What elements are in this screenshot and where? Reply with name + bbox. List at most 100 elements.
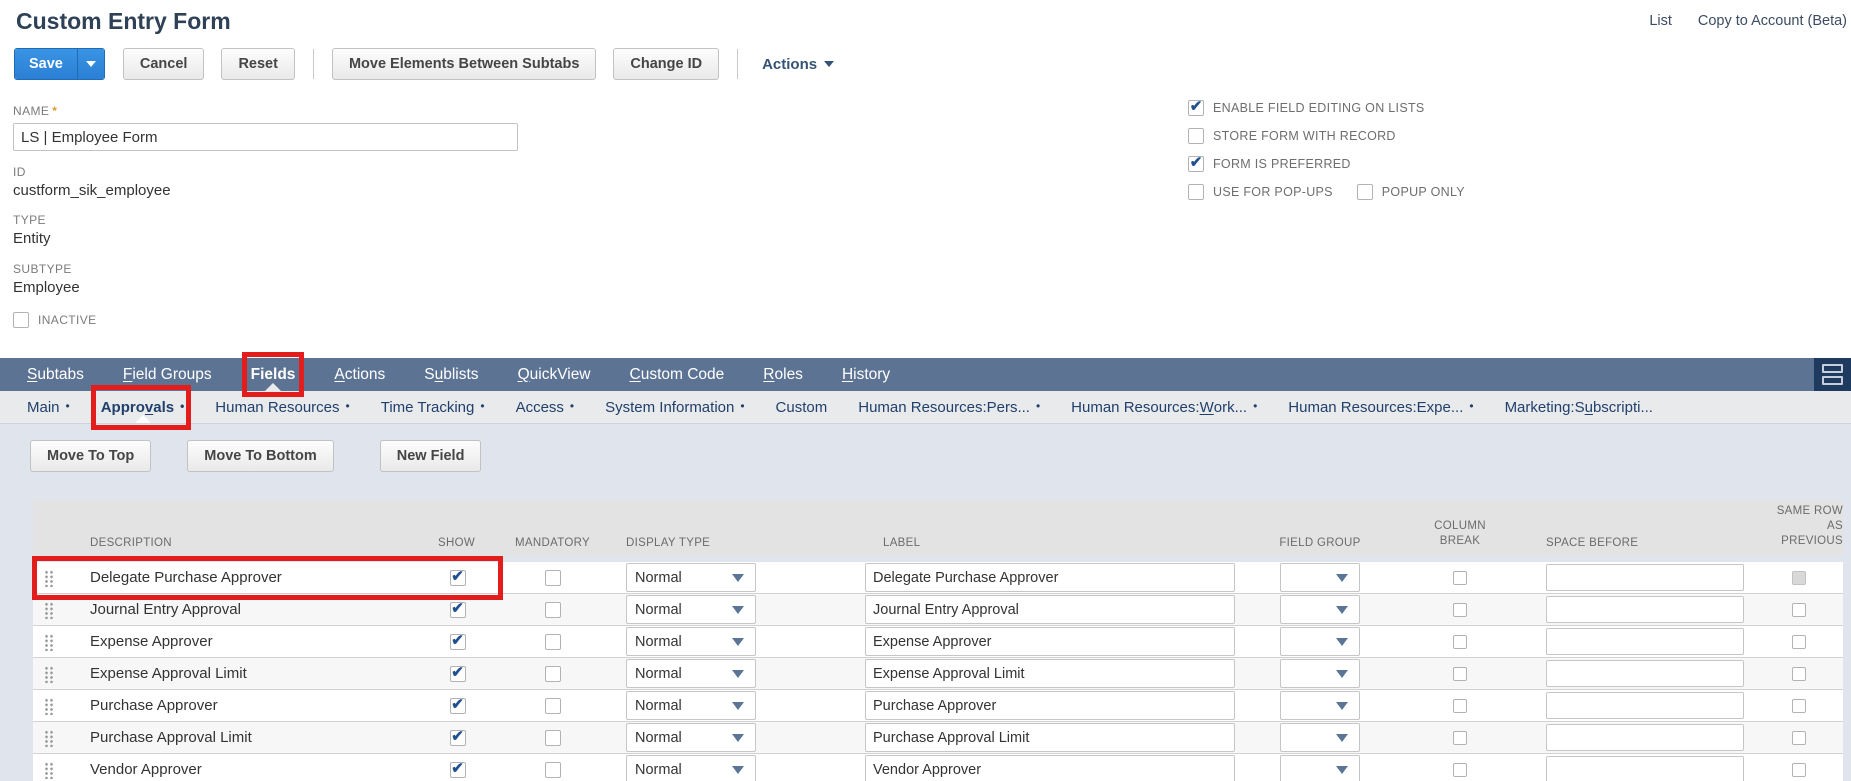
move-to-bottom-button[interactable]: Move To Bottom — [187, 440, 334, 472]
show-checkbox[interactable] — [450, 698, 466, 714]
space-before-input[interactable] — [1546, 756, 1744, 781]
label-input[interactable] — [865, 723, 1235, 752]
copy-to-account-link[interactable]: Copy to Account (Beta) — [1698, 13, 1847, 29]
same-row-checkbox[interactable] — [1792, 635, 1806, 649]
show-checkbox[interactable] — [450, 762, 466, 778]
same-row-checkbox[interactable] — [1792, 699, 1806, 713]
column-break-checkbox[interactable] — [1453, 571, 1467, 585]
drag-handle-icon[interactable] — [44, 761, 54, 779]
label-input[interactable] — [865, 659, 1235, 688]
mandatory-checkbox[interactable] — [545, 602, 561, 618]
mandatory-checkbox[interactable] — [545, 730, 561, 746]
change-id-button[interactable]: Change ID — [613, 48, 719, 80]
subtab-human-resources-expe[interactable]: Human Resources:Expe...• — [1288, 391, 1473, 423]
name-input[interactable] — [13, 123, 518, 151]
label-input[interactable] — [865, 563, 1235, 592]
show-checkbox[interactable] — [450, 666, 466, 682]
list-link[interactable]: List — [1649, 13, 1672, 29]
tab-actions[interactable]: Actions — [334, 358, 385, 391]
form-is-preferred-checkbox[interactable] — [1188, 156, 1204, 172]
display-type-select[interactable]: Normal — [626, 659, 756, 688]
inactive-checkbox[interactable] — [13, 312, 29, 328]
same-row-checkbox[interactable] — [1792, 731, 1806, 745]
label-input[interactable] — [865, 691, 1235, 720]
tab-fields[interactable]: Fields — [251, 358, 296, 391]
space-before-input[interactable] — [1546, 564, 1744, 591]
mandatory-checkbox[interactable] — [545, 570, 561, 586]
column-break-checkbox[interactable] — [1453, 731, 1467, 745]
space-before-input[interactable] — [1546, 692, 1744, 719]
tab-custom-code[interactable]: Custom Code — [630, 358, 725, 391]
new-field-button[interactable]: New Field — [380, 440, 482, 472]
reset-button[interactable]: Reset — [221, 48, 295, 80]
display-type-select[interactable]: Normal — [626, 563, 756, 592]
same-row-checkbox[interactable] — [1792, 603, 1806, 617]
space-before-input[interactable] — [1546, 724, 1744, 751]
subtab-time-tracking[interactable]: Time Tracking• — [381, 391, 485, 423]
label-input[interactable] — [865, 755, 1235, 781]
tab-quickview[interactable]: QuickView — [518, 358, 591, 391]
save-dropdown-button[interactable] — [77, 49, 104, 79]
label-input[interactable] — [865, 595, 1235, 624]
drag-handle-icon[interactable] — [44, 697, 54, 715]
popup-only-checkbox[interactable] — [1357, 184, 1373, 200]
space-before-input[interactable] — [1546, 660, 1744, 687]
display-type-select[interactable]: Normal — [626, 627, 756, 656]
drag-handle-icon[interactable] — [44, 665, 54, 683]
display-type-select[interactable]: Normal — [626, 691, 756, 720]
subtab-human-resources-pers[interactable]: Human Resources:Pers...• — [858, 391, 1040, 423]
field-group-select[interactable] — [1280, 595, 1360, 624]
show-checkbox[interactable] — [450, 570, 466, 586]
move-elements-button[interactable]: Move Elements Between Subtabs — [332, 48, 596, 80]
drag-handle-icon[interactable] — [44, 729, 54, 747]
field-group-select[interactable] — [1280, 723, 1360, 752]
tab-subtabs[interactable]: Subtabs — [27, 358, 84, 391]
space-before-input[interactable] — [1546, 596, 1744, 623]
tab-sublists[interactable]: Sublists — [424, 358, 478, 391]
subtab-human-resources-work[interactable]: Human Resources:Work...• — [1071, 391, 1257, 423]
field-group-select[interactable] — [1280, 563, 1360, 592]
mandatory-checkbox[interactable] — [545, 762, 561, 778]
enable-field-editing-on-lists-checkbox[interactable] — [1188, 100, 1204, 116]
subtab-access[interactable]: Access• — [516, 391, 575, 423]
same-row-checkbox[interactable] — [1792, 763, 1806, 777]
column-break-checkbox[interactable] — [1453, 635, 1467, 649]
drag-handle-icon[interactable] — [44, 633, 54, 651]
column-break-checkbox[interactable] — [1453, 763, 1467, 777]
subtab-main[interactable]: Main• — [27, 391, 70, 423]
actions-menu-button[interactable]: Actions — [762, 56, 834, 73]
column-break-checkbox[interactable] — [1453, 699, 1467, 713]
field-group-select[interactable] — [1280, 627, 1360, 656]
mandatory-checkbox[interactable] — [545, 634, 561, 650]
subtab-marketing-subscripti[interactable]: Marketing:Subscripti... — [1505, 391, 1653, 423]
move-to-top-button[interactable]: Move To Top — [30, 440, 151, 472]
subtab-system-information[interactable]: System Information• — [605, 391, 744, 423]
field-group-select[interactable] — [1280, 755, 1360, 781]
use-for-pop-ups-checkbox[interactable] — [1188, 184, 1204, 200]
drag-handle-icon[interactable] — [44, 569, 54, 587]
show-checkbox[interactable] — [450, 730, 466, 746]
save-button[interactable]: Save — [15, 49, 77, 79]
column-break-checkbox[interactable] — [1453, 603, 1467, 617]
field-group-select[interactable] — [1280, 691, 1360, 720]
show-checkbox[interactable] — [450, 602, 466, 618]
display-type-select[interactable]: Normal — [626, 755, 756, 781]
label-input[interactable] — [865, 627, 1235, 656]
display-type-select[interactable]: Normal — [626, 723, 756, 752]
drag-handle-icon[interactable] — [44, 601, 54, 619]
toggle-subtab-view-button[interactable] — [1814, 358, 1851, 391]
tab-field-groups[interactable]: Field Groups — [123, 358, 212, 391]
tab-roles[interactable]: Roles — [763, 358, 803, 391]
column-break-checkbox[interactable] — [1453, 667, 1467, 681]
space-before-input[interactable] — [1546, 628, 1744, 655]
same-row-checkbox[interactable] — [1792, 571, 1806, 585]
subtab-approvals[interactable]: Approvals• — [101, 391, 185, 423]
subtab-human-resources[interactable]: Human Resources• — [215, 391, 349, 423]
show-checkbox[interactable] — [450, 634, 466, 650]
mandatory-checkbox[interactable] — [545, 666, 561, 682]
store-form-with-record-checkbox[interactable] — [1188, 128, 1204, 144]
field-group-select[interactable] — [1280, 659, 1360, 688]
display-type-select[interactable]: Normal — [626, 595, 756, 624]
same-row-checkbox[interactable] — [1792, 667, 1806, 681]
tab-history[interactable]: History — [842, 358, 890, 391]
